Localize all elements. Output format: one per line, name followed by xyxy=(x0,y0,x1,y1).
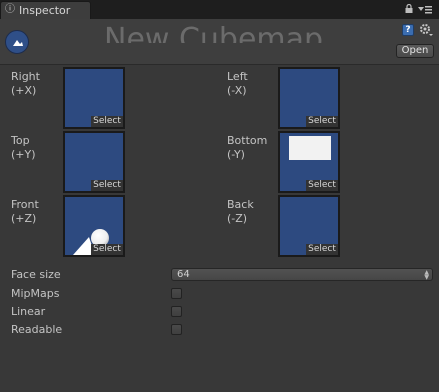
lock-icon[interactable] xyxy=(405,4,413,13)
face-texture: Select xyxy=(280,69,338,127)
face-label-back: Back (-Z) xyxy=(227,198,254,226)
help-icon[interactable]: ? xyxy=(402,24,414,36)
select-button[interactable]: Select xyxy=(91,244,123,255)
cubemap-icon xyxy=(5,30,29,54)
face-axis: (-Y) xyxy=(227,148,245,161)
face-texture: Select xyxy=(280,197,338,255)
face-label-top: Top (+Y) xyxy=(11,134,36,162)
readable-checkbox[interactable] xyxy=(171,324,182,335)
mipmaps-label: MipMaps xyxy=(11,287,60,300)
face-texture: Select xyxy=(65,133,123,191)
face-axis: (+Y) xyxy=(11,148,36,161)
face-texture: Select xyxy=(65,197,123,255)
face-slot-left[interactable]: Select xyxy=(278,67,340,129)
face-name: Back xyxy=(227,198,254,211)
face-size-label: Face size xyxy=(11,268,61,281)
tab-bar: ⓘ Inspector xyxy=(0,0,439,19)
select-button[interactable]: Select xyxy=(306,116,338,127)
tab-inspector-label: Inspector xyxy=(19,4,71,17)
inspector-header: New Cubemap ? Open xyxy=(0,19,439,65)
face-name: Left xyxy=(227,70,248,83)
face-axis: (+X) xyxy=(11,84,37,97)
face-name: Front xyxy=(11,198,39,211)
face-name: Top xyxy=(11,134,30,147)
face-axis: (+Z) xyxy=(11,212,37,225)
face-texture: Select xyxy=(280,133,338,191)
face-texture: Select xyxy=(65,69,123,127)
face-slot-front[interactable]: Select xyxy=(63,195,125,257)
linear-label: Linear xyxy=(11,305,46,318)
face-label-right: Right (+X) xyxy=(11,70,40,98)
select-button[interactable]: Select xyxy=(91,180,123,191)
face-size-value: 64 xyxy=(177,269,190,280)
select-button[interactable]: Select xyxy=(91,116,123,127)
gear-icon[interactable] xyxy=(419,23,433,37)
face-label-bottom: Bottom (-Y) xyxy=(227,134,267,162)
face-slot-bottom[interactable]: Select xyxy=(278,131,340,193)
face-axis: (-X) xyxy=(227,84,247,97)
face-label-front: Front (+Z) xyxy=(11,198,39,226)
tab-inspector[interactable]: ⓘ Inspector xyxy=(0,1,91,19)
face-axis: (-Z) xyxy=(227,212,248,225)
face-name: Bottom xyxy=(227,134,268,147)
select-button[interactable]: Select xyxy=(306,244,338,255)
linear-checkbox[interactable] xyxy=(171,306,182,317)
menu-icon[interactable] xyxy=(418,5,432,14)
face-slot-back[interactable]: Select xyxy=(278,195,340,257)
readable-label: Readable xyxy=(11,323,63,336)
dropdown-arrows-icon: ▲ ▼ xyxy=(424,269,429,281)
info-icon: ⓘ xyxy=(5,4,15,15)
open-button[interactable]: Open xyxy=(396,44,434,58)
asset-title: New Cubemap xyxy=(104,22,324,57)
face-label-left: Left (-X) xyxy=(227,70,248,98)
select-button[interactable]: Select xyxy=(306,180,338,191)
face-size-dropdown[interactable]: 64 ▲ ▼ xyxy=(171,268,433,281)
face-slot-right[interactable]: Select xyxy=(63,67,125,129)
texture-preview xyxy=(289,136,331,160)
face-name: Right xyxy=(11,70,40,83)
mipmaps-checkbox[interactable] xyxy=(171,288,182,299)
face-slot-top[interactable]: Select xyxy=(63,131,125,193)
